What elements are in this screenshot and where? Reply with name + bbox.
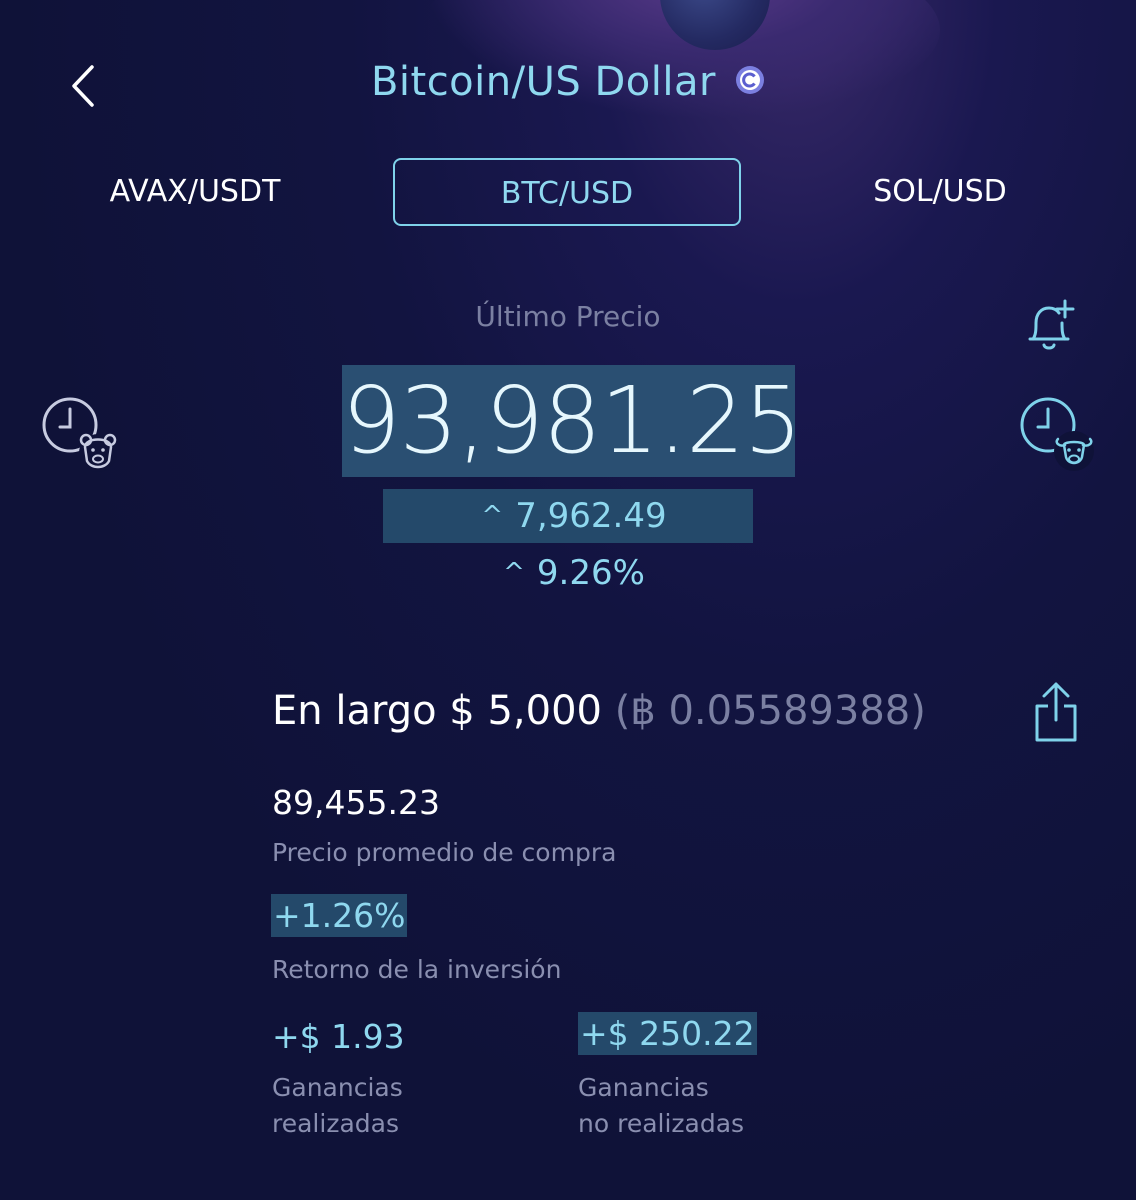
position-btc-amount: (฿ 0.05589388) xyxy=(614,688,926,734)
unrealized-gains-label-line1: Ganancias xyxy=(578,1073,709,1102)
position-amount: En largo $ 5,000 xyxy=(272,688,602,734)
position-summary: En largo $ 5,000 (฿ 0.05589388) xyxy=(272,688,926,734)
price-alert-button[interactable] xyxy=(1020,295,1078,353)
pair-tabs: AVAX/USDT BTC/USD SOL/USD xyxy=(0,158,1136,228)
tab-sol-usd[interactable]: SOL/USD xyxy=(815,158,1065,226)
header: Bitcoin/US Dollar xyxy=(0,55,1136,115)
title-wrap: Bitcoin/US Dollar xyxy=(0,59,1136,105)
realized-gains-label-line2: realizadas xyxy=(272,1109,399,1138)
coin-badge-icon xyxy=(736,66,765,94)
tab-avax-usdt[interactable]: AVAX/USDT xyxy=(70,158,320,226)
unrealized-gains-label: Ganancias no realizadas xyxy=(578,1070,744,1142)
screen: Bitcoin/US Dollar AVAX/USDT BTC/USD SOL/… xyxy=(0,0,1136,1200)
price-change: ^ 7,962.49 ^ 9.26% xyxy=(383,489,753,593)
realized-gains-label: Ganancias realizadas xyxy=(272,1070,403,1142)
unrealized-gains-value: +$ 250.22 xyxy=(578,1012,757,1055)
change-absolute: ^ 7,962.49 xyxy=(469,496,666,536)
realized-gains-value: +$ 1.93 xyxy=(272,1017,405,1056)
last-price-value: 93,981.25 xyxy=(342,365,802,477)
roi-value: +1.26% xyxy=(271,894,408,937)
caret-up-icon: ^ xyxy=(481,501,504,531)
bear-timer-button[interactable] xyxy=(40,395,120,475)
page-title: Bitcoin/US Dollar xyxy=(370,59,716,105)
change-percent-value: 9.26% xyxy=(536,553,645,593)
bull-timer-button[interactable] xyxy=(1018,395,1098,475)
unrealized-gains-label-line2: no realizadas xyxy=(578,1109,745,1138)
share-icon xyxy=(1035,682,1077,742)
change-absolute-value: 7,962.49 xyxy=(515,496,667,536)
caret-up-icon: ^ xyxy=(503,558,525,588)
tab-btc-usd[interactable]: BTC/USD xyxy=(393,158,741,226)
bell-plus-icon xyxy=(1028,299,1075,350)
realized-gains-label-line1: Ganancias xyxy=(272,1073,403,1102)
roi-label: Retorno de la inversión xyxy=(272,955,562,984)
unrealized-gains-value-text: +$ 250.22 xyxy=(578,1012,757,1055)
share-button[interactable] xyxy=(1032,680,1080,744)
change-percent: ^ 9.26% xyxy=(491,553,645,593)
avg-price-label: Precio promedio de compra xyxy=(272,838,617,867)
clock-bull-icon xyxy=(1020,397,1094,471)
avg-price-value: 89,455.23 xyxy=(272,783,440,822)
roi-value-text: +1.26% xyxy=(271,894,408,937)
clock-bear-icon xyxy=(42,397,117,472)
last-price-label: Último Precio xyxy=(475,300,661,333)
